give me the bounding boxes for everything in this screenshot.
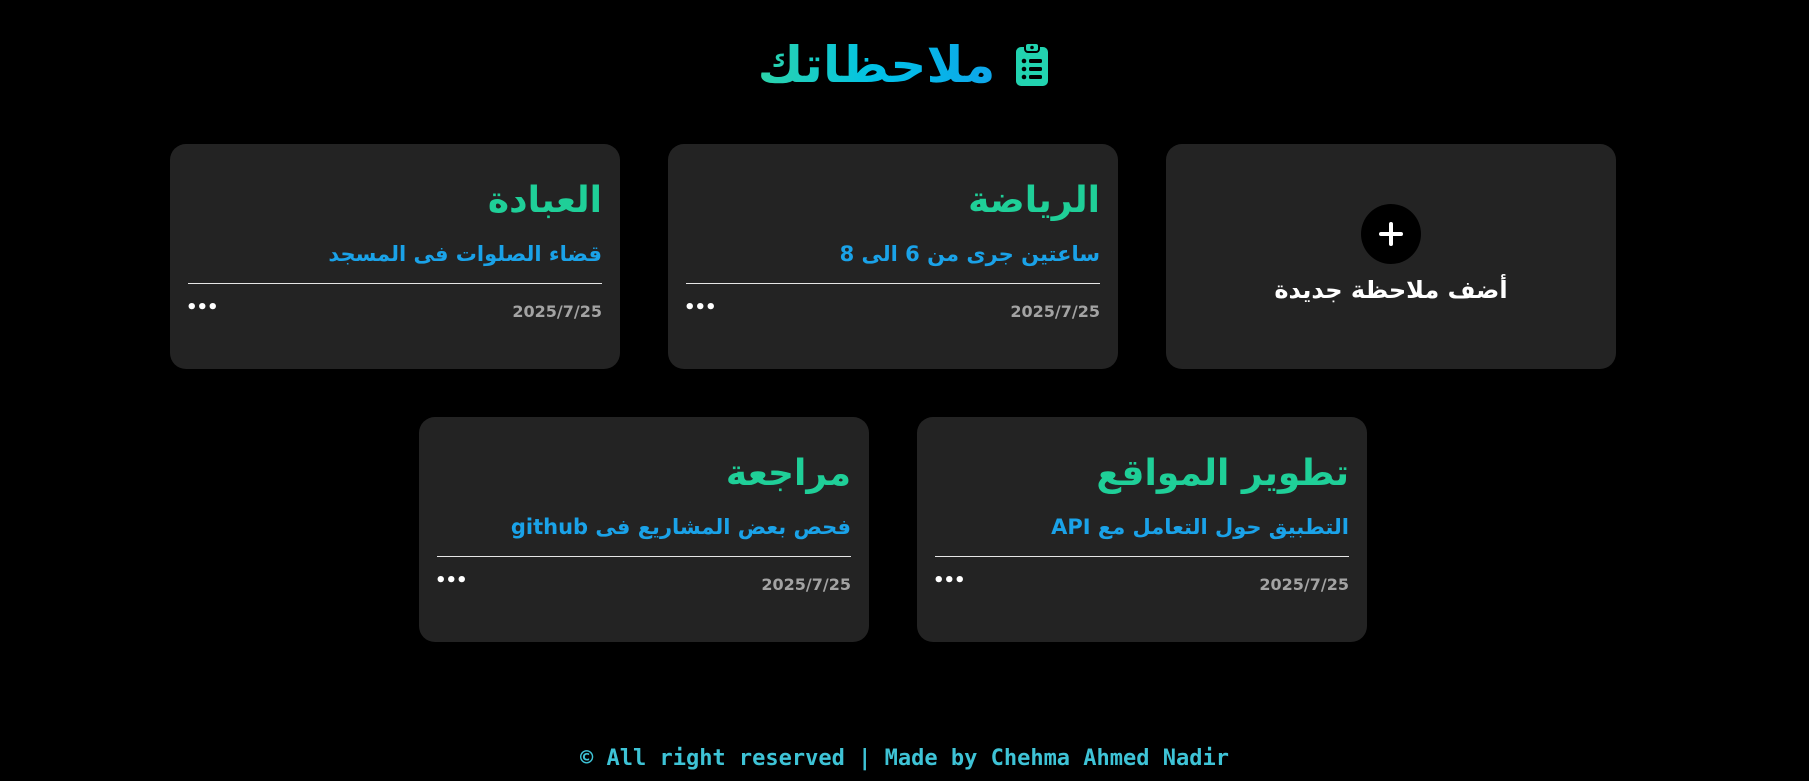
note-divider — [686, 283, 1100, 284]
note-date: 2025/7/25 — [512, 302, 602, 321]
note-description: فحص بعض المشاريع فى github — [510, 515, 851, 539]
note-title: تطوير المواقع — [1096, 453, 1349, 494]
note-card[interactable]: العبادة قضاء الصلوات فى المسجد 2025/7/25… — [170, 144, 620, 369]
add-note-label: أضف ملاحظة جديدة — [1274, 275, 1508, 304]
note-card[interactable]: تطوير المواقع التطبيق حول التعامل مع API… — [917, 417, 1367, 642]
note-title: الرياضة — [968, 180, 1100, 221]
note-description: قضاء الصلوات فى المسجد — [328, 242, 602, 266]
note-title: العبادة — [487, 180, 602, 221]
note-description: التطبيق حول التعامل مع API — [1051, 515, 1349, 539]
note-description: ساعتين جرى من 6 الى 8 — [839, 242, 1100, 266]
note-divider — [188, 283, 602, 284]
note-card[interactable]: مراجعة فحص بعض المشاريع فى github 2025/7… — [419, 417, 869, 642]
note-date: 2025/7/25 — [1010, 302, 1100, 321]
note-date: 2025/7/25 — [1259, 575, 1349, 594]
more-options-button[interactable]: ••• — [684, 297, 717, 318]
footer-credit: © All right reserved | Made by Chehma Ah… — [579, 746, 1229, 771]
note-title: مراجعة — [725, 453, 851, 494]
more-options-button[interactable]: ••• — [435, 570, 468, 591]
note-date: 2025/7/25 — [761, 575, 851, 594]
more-options-button[interactable]: ••• — [933, 570, 966, 591]
add-note-button[interactable] — [1361, 203, 1421, 264]
page-header: ملاحظاتك — [0, 30, 1809, 100]
note-divider — [935, 556, 1349, 557]
page-title: ملاحظاتك — [758, 30, 996, 100]
more-options-button[interactable]: ••• — [186, 297, 219, 318]
clipboard-list-icon — [1013, 42, 1051, 88]
note-divider — [437, 556, 851, 557]
note-card[interactable]: الرياضة ساعتين جرى من 6 الى 8 2025/7/25 … — [668, 144, 1118, 369]
add-note-card[interactable]: أضف ملاحظة جديدة — [1166, 144, 1616, 369]
plus-icon — [1379, 221, 1403, 246]
